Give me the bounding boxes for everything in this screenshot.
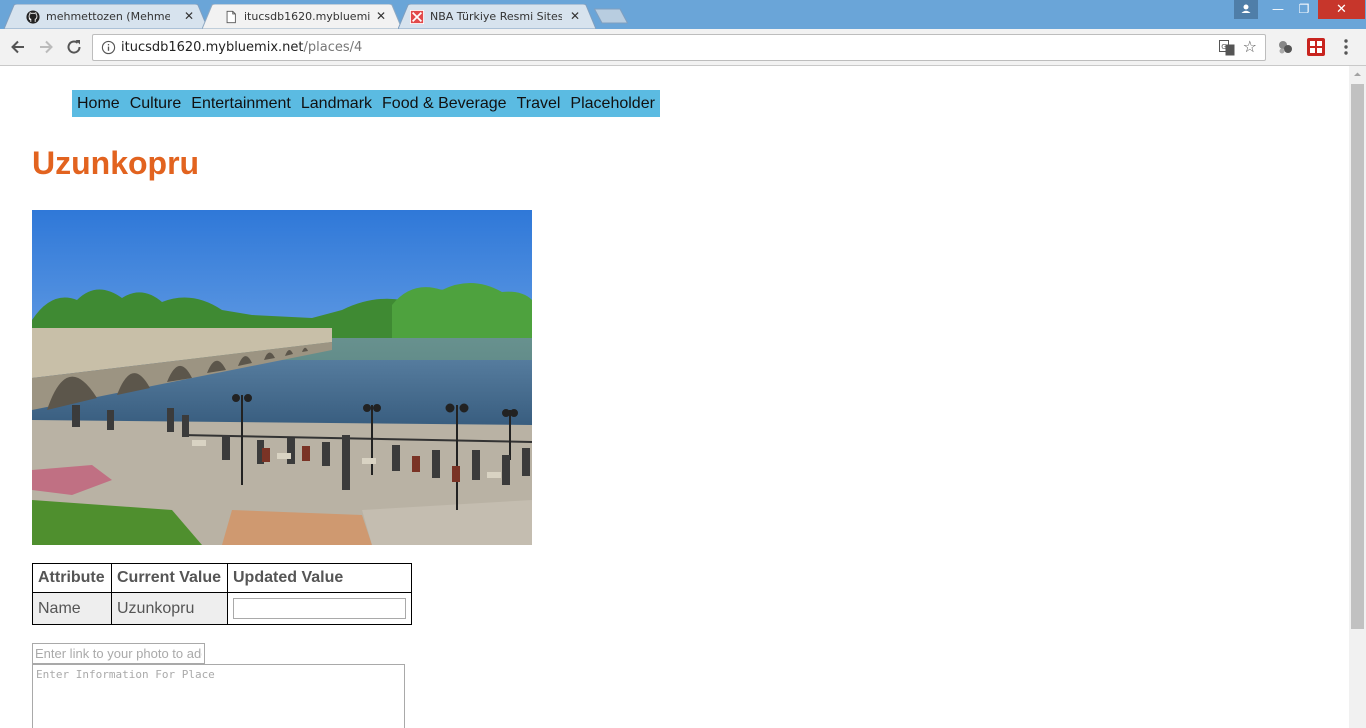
back-icon[interactable] [8,37,28,57]
tab-title: NBA Türkiye Resmi Sitesi [430,10,562,23]
attributes-table: Attribute Current Value Updated Value Na… [32,563,412,625]
translate-icon[interactable]: G [1219,40,1235,56]
page-icon [226,10,236,24]
github-icon [26,10,40,24]
table-row: Name Uzunkopru [32,592,412,625]
extension-icon[interactable] [1276,38,1294,56]
forward-icon[interactable] [36,37,56,57]
url-path: /places/4 [303,40,363,55]
tab-github[interactable]: mehmettozen (Mehmet T ✕ [4,4,208,29]
tab-close-icon[interactable]: ✕ [374,9,388,23]
minimize-button[interactable]: — [1264,0,1292,19]
tab-close-icon[interactable]: ✕ [568,9,582,23]
site-navbar: Home Culture Entertainment Landmark Food… [72,90,660,117]
page-scrollbar[interactable] [1349,66,1366,728]
url-host: itucsdb1620.mybluemix.net [121,40,304,55]
svg-text:G: G [1221,43,1226,51]
new-tab-button[interactable] [594,8,628,24]
nav-food-beverage[interactable]: Food & Beverage [382,95,507,113]
tab-title: itucsdb1620.mybluemix.n [244,10,370,23]
nav-travel[interactable]: Travel [517,95,561,113]
adblock-extension-icon[interactable] [1306,37,1326,57]
header-updated-value: Updated Value [227,563,412,593]
table-header-row: Attribute Current Value Updated Value [32,563,412,593]
updated-value-input[interactable] [233,598,406,619]
info-icon[interactable] [101,40,116,55]
place-photo [32,210,532,545]
scrollbar-thumb[interactable] [1351,84,1364,629]
nav-entertainment[interactable]: Entertainment [191,95,291,113]
window-close-button[interactable]: ✕ [1318,0,1365,19]
cell-attribute: Name [32,592,112,625]
address-bar[interactable]: itucsdb1620.mybluemix.net/places/4 G ☆ [92,34,1266,61]
nav-landmark[interactable]: Landmark [301,95,372,113]
tab-close-icon[interactable]: ✕ [182,9,196,23]
user-icon [1241,4,1251,13]
scroll-up-arrow-icon[interactable] [1349,66,1366,83]
cell-current-value: Uzunkopru [111,592,228,625]
tab-active[interactable]: itucsdb1620.mybluemix.n ✕ [202,4,402,29]
restore-button[interactable]: ❐ [1290,0,1318,19]
user-profile-button[interactable] [1234,0,1258,19]
nba-icon [410,10,424,24]
cell-updated-value [227,592,412,625]
photo-link-input[interactable] [32,643,205,664]
header-current-value: Current Value [111,563,228,593]
url-text: itucsdb1620.mybluemix.net/places/4 [121,40,362,55]
page-title: Uzunkopru [32,145,200,181]
reload-icon[interactable] [64,37,84,57]
header-attribute: Attribute [32,563,112,593]
tab-nba[interactable]: NBA Türkiye Resmi Sitesi ✕ [398,4,596,29]
nav-placeholder[interactable]: Placeholder [570,95,655,113]
tab-title: mehmettozen (Mehmet T [46,10,170,23]
nav-culture[interactable]: Culture [130,95,182,113]
place-info-textarea[interactable] [32,664,405,728]
nav-home[interactable]: Home [77,95,120,113]
bookmark-star-icon[interactable]: ☆ [1243,38,1257,56]
browser-titlebar: mehmettozen (Mehmet T ✕ itucsdb1620.mybl… [0,0,1366,29]
chrome-menu-icon[interactable] [1338,36,1354,58]
